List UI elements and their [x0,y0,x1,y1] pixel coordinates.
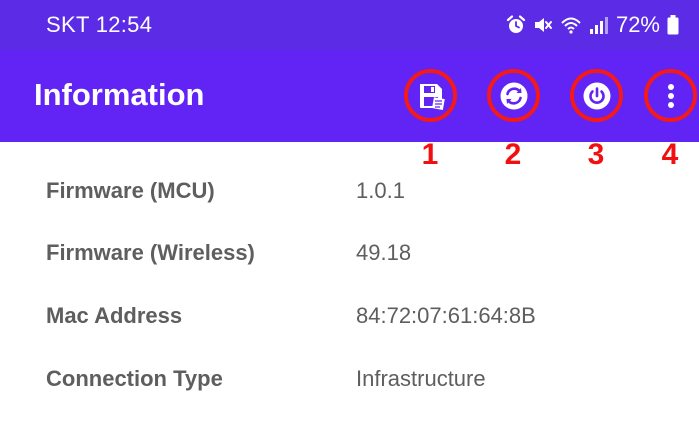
status-icons: 72% [506,12,679,38]
info-value: 49.18 [356,240,412,265]
save-button[interactable] [404,69,457,122]
info-row-firmware-wireless: Firmware (Wireless) 49.18 [0,240,699,300]
wifi-icon [560,15,582,35]
battery-icon [667,15,679,35]
info-label: Firmware (MCU) [46,178,215,203]
signal-icon [589,15,609,35]
status-bar: SKT 12:54 72% [0,0,699,50]
callout-number-2: 2 [504,138,522,171]
info-value: Infrastructure [356,366,486,391]
carrier-time: SKT 12:54 [46,12,153,37]
alarm-icon [506,15,526,35]
mute-icon [533,15,553,35]
info-label: Mac Address [46,303,183,328]
page-title: Information [34,77,205,112]
info-row-firmware-mcu: Firmware (MCU) 1.0.1 [0,178,699,238]
refresh-button[interactable] [487,69,540,122]
app-bar: Information [0,50,699,142]
refresh-icon [499,81,529,111]
info-row-mac-address: Mac Address 84:72:07:61:64:8B [0,303,699,363]
more-options-button[interactable] [644,69,697,122]
power-icon [582,81,612,111]
callout-number-1: 1 [421,138,439,171]
power-button[interactable] [570,69,623,122]
info-label: Connection Type [46,366,223,391]
callout-number-3: 3 [587,138,605,171]
info-label: Firmware (Wireless) [46,240,255,265]
more-vert-icon [667,83,675,109]
info-value: 84:72:07:61:64:8B [356,303,536,328]
callout-number-4: 4 [661,138,679,171]
info-row-connection-type: Connection Type Infrastructure [0,366,699,426]
battery-level: 72% [615,12,660,37]
save-icon [416,81,446,111]
info-value: 1.0.1 [356,178,405,203]
